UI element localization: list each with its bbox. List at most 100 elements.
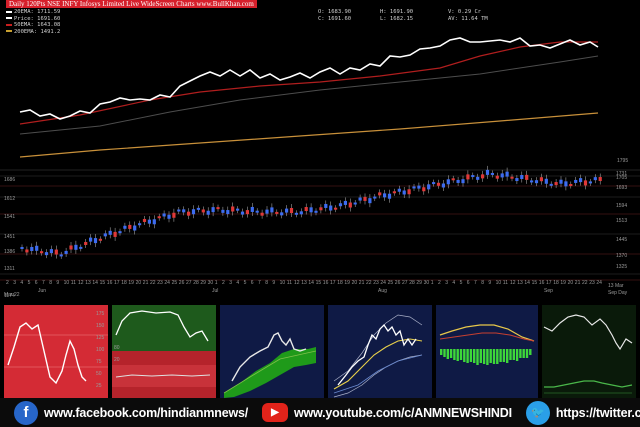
macd-bar [456,349,459,361]
macd-bar [453,349,456,360]
date-tick: 13 [85,280,91,286]
candle-body [383,193,387,198]
candle-body [64,250,68,254]
candle-body [314,210,318,213]
date-corner-right-1: 13 Mar [608,283,624,289]
candle-body [422,187,426,192]
candle-body [128,224,132,229]
candle-body [177,209,181,212]
candle-body [324,203,328,208]
candle-body [289,208,294,214]
right-price-axis: 17311705169315941513144513701325 [616,171,627,270]
date-tick: 7 [42,280,45,286]
candle-body [40,251,44,254]
candle-body [138,223,142,226]
macd-bar [463,349,466,362]
date-tick: 1 [215,280,218,286]
date-tick: 9 [272,280,275,286]
main-chart-svg: 1795 17311705169315941513144513701325 16… [0,37,640,299]
candle-body [402,190,406,195]
ema50-line [19,41,598,125]
candle-body [334,207,338,210]
macd-bar [473,349,476,363]
left-level-label: 1541 [4,214,15,220]
date-tick: 5 [28,280,31,286]
facebook-icon: f [14,400,38,425]
date-tick: 23 [589,280,595,286]
candle-body [319,207,323,211]
candle-body [598,177,602,182]
facebook-link[interactable]: f www.facebook.com/hindianmnews/ [14,398,248,427]
left-level-label: 1686 [4,177,15,183]
candle-body [441,183,445,188]
candle-body [378,192,382,196]
date-tick: 15 [316,280,322,286]
candle-body [255,210,259,213]
macd-bar [446,349,449,359]
date-tick: 1 [431,280,434,286]
date-tick: 9 [488,280,491,286]
date-tick: 23 [373,280,379,286]
youtube-link[interactable]: ▶ www.youtube.com/c/ANMNEWSHINDI [262,398,512,427]
candle-body [275,211,279,214]
ichimoku-svg [220,305,324,398]
rsi-label-1: 175 [96,311,105,317]
date-tick: 20 [568,280,574,286]
candle-body [236,208,240,211]
candle-body [103,233,107,237]
candle-body [387,193,392,199]
macd-bar [529,349,532,355]
date-tick: 17 [330,280,336,286]
candle-body [485,169,490,175]
date-tick: 8 [49,280,52,286]
candle-body [569,183,573,186]
candle-body [329,205,333,211]
date-tick: 10 [280,280,286,286]
date-tick: 30 [424,280,430,286]
macd-bar [522,349,525,358]
candle-body [98,238,102,241]
stochastic-panel: 80 20 [112,305,216,398]
date-tick: 9 [56,280,59,286]
month-label: Jul [212,288,218,294]
candle-body [294,212,298,215]
date-tick: 6 [35,280,38,286]
candle-body [89,237,93,242]
upper-price-label: 1795 [617,158,628,164]
candle-body [280,212,284,216]
candle-body [79,246,83,249]
candle-body [270,207,274,213]
date-tick: 24 [164,280,170,286]
candle-body [495,175,499,179]
candle-body [191,209,196,215]
date-tick: 22 [366,280,372,286]
candle-body [436,182,441,186]
rsi-label-4: 100 [96,347,105,353]
candle-body [505,171,509,177]
rsi-label-3: 125 [96,335,105,341]
macd-bar [443,349,446,357]
date-tick: 28 [193,280,199,286]
candle-body [30,246,34,251]
candle-body [59,254,63,257]
date-tick: 25 [172,280,178,286]
left-level-label: 1612 [4,196,15,202]
candle-body [147,219,151,224]
candle-body [559,179,563,184]
date-tick: 16 [323,280,329,286]
twitter-link[interactable]: 🐦 https://twitter.com/anmnews [525,398,640,427]
candle-body [152,219,156,225]
candle-body [304,207,308,212]
candle-body [353,202,357,205]
candle-body [25,249,29,253]
left-level-label: 1311 [4,266,15,272]
candle-body [157,216,161,219]
candle-body [74,244,78,250]
adx-svg [542,305,636,398]
ichimoku-panel [220,305,324,398]
date-tick: 3 [13,280,16,286]
candle-body [162,213,166,217]
macd-bar [515,349,519,361]
candle-body [196,207,200,210]
candle-body [216,207,220,210]
